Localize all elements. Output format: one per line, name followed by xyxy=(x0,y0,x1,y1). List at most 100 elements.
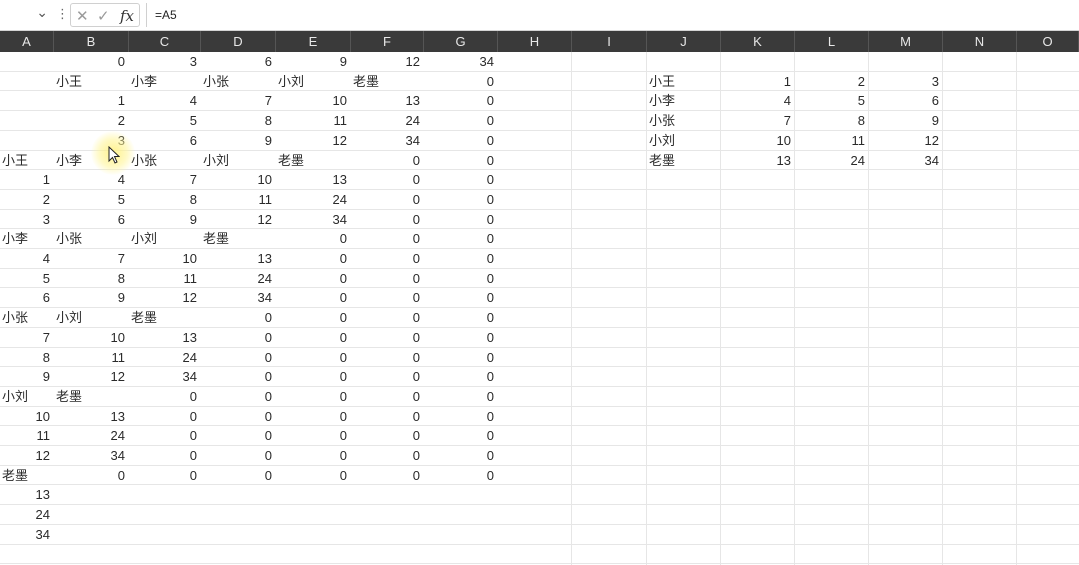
cell-c12[interactable]: 11 xyxy=(129,269,198,289)
cell-e4[interactable]: 11 xyxy=(276,111,348,131)
cell-f21[interactable]: 0 xyxy=(351,446,420,466)
cell-a21[interactable]: 12 xyxy=(0,446,50,466)
cell-e22[interactable]: 0 xyxy=(276,466,347,486)
cell-f11[interactable]: 0 xyxy=(351,249,420,269)
cell-c11[interactable]: 10 xyxy=(129,249,197,269)
cell-c19[interactable]: 0 xyxy=(129,407,197,427)
cell-f7[interactable]: 0 xyxy=(351,170,420,190)
cell-g3[interactable]: 0 xyxy=(424,91,494,111)
cell-e16[interactable]: 0 xyxy=(276,348,347,368)
cell-b12[interactable]: 8 xyxy=(54,269,125,289)
cell-f14[interactable]: 0 xyxy=(351,308,420,328)
column-header-h[interactable]: H xyxy=(498,31,572,52)
cell-k5[interactable]: 10 xyxy=(721,131,791,151)
cell-d20[interactable]: 0 xyxy=(201,426,272,446)
cell-m6[interactable]: 34 xyxy=(869,151,939,171)
cell-j6[interactable]: 老墨 xyxy=(647,151,675,171)
cell-b18[interactable]: 老墨 xyxy=(54,387,82,407)
cell-c22[interactable]: 0 xyxy=(129,466,197,486)
cell-d7[interactable]: 10 xyxy=(201,170,272,190)
cell-d9[interactable]: 12 xyxy=(201,210,272,230)
cell-d21[interactable]: 0 xyxy=(201,446,272,466)
cell-f6[interactable]: 0 xyxy=(351,151,420,171)
formula-input[interactable]: =A5 xyxy=(146,3,1079,27)
cell-e19[interactable]: 0 xyxy=(276,407,347,427)
cell-g8[interactable]: 0 xyxy=(424,190,494,210)
cell-d19[interactable]: 0 xyxy=(201,407,272,427)
cell-d15[interactable]: 0 xyxy=(201,328,272,348)
cell-a17[interactable]: 9 xyxy=(0,367,50,387)
cell-d13[interactable]: 34 xyxy=(201,288,272,308)
column-header-o[interactable]: O xyxy=(1017,31,1079,52)
cell-d2[interactable]: 小张 xyxy=(201,72,229,92)
cell-d4[interactable]: 8 xyxy=(201,111,272,131)
cell-g5[interactable]: 0 xyxy=(424,131,494,151)
cell-e12[interactable]: 0 xyxy=(276,269,347,289)
cell-f13[interactable]: 0 xyxy=(351,288,420,308)
cell-b15[interactable]: 10 xyxy=(54,328,125,348)
cell-b3[interactable]: 1 xyxy=(54,91,125,111)
cell-g19[interactable]: 0 xyxy=(424,407,494,427)
cell-c20[interactable]: 0 xyxy=(129,426,197,446)
cell-g9[interactable]: 0 xyxy=(424,210,494,230)
cell-k6[interactable]: 13 xyxy=(721,151,791,171)
cell-m3[interactable]: 6 xyxy=(869,91,939,111)
cell-f4[interactable]: 24 xyxy=(351,111,420,131)
cell-e20[interactable]: 0 xyxy=(276,426,347,446)
cell-k2[interactable]: 1 xyxy=(721,72,791,92)
cell-d17[interactable]: 0 xyxy=(201,367,272,387)
cell-d16[interactable]: 0 xyxy=(201,348,272,368)
column-header-e[interactable]: E xyxy=(276,31,351,52)
check-icon[interactable]: ✓ xyxy=(97,6,110,26)
cell-f10[interactable]: 0 xyxy=(351,229,420,249)
cell-c2[interactable]: 小李 xyxy=(129,72,157,92)
cell-e8[interactable]: 24 xyxy=(276,190,347,210)
cell-b10[interactable]: 小张 xyxy=(54,229,82,249)
cell-b1[interactable]: 0 xyxy=(54,52,125,72)
cell-a8[interactable]: 2 xyxy=(0,190,50,210)
cell-e18[interactable]: 0 xyxy=(276,387,347,407)
column-header-a[interactable]: A xyxy=(0,31,54,52)
cell-b13[interactable]: 9 xyxy=(54,288,125,308)
cell-f3[interactable]: 13 xyxy=(351,91,420,111)
cell-g20[interactable]: 0 xyxy=(424,426,494,446)
cell-e11[interactable]: 0 xyxy=(276,249,347,269)
cell-m4[interactable]: 9 xyxy=(869,111,939,131)
cell-c14[interactable]: 老墨 xyxy=(129,308,157,328)
cell-c10[interactable]: 小刘 xyxy=(129,229,157,249)
cell-c9[interactable]: 9 xyxy=(129,210,197,230)
cell-e15[interactable]: 0 xyxy=(276,328,347,348)
cell-c21[interactable]: 0 xyxy=(129,446,197,466)
cell-d14[interactable]: 0 xyxy=(201,308,272,328)
cell-b2[interactable]: 小王 xyxy=(54,72,82,92)
cell-f12[interactable]: 0 xyxy=(351,269,420,289)
cell-d6[interactable]: 小刘 xyxy=(201,151,229,171)
spreadsheet-grid[interactable]: 03691234小王小李小张小刘老墨0147101302581124036912… xyxy=(0,52,1079,565)
cell-k4[interactable]: 7 xyxy=(721,111,791,131)
cell-j4[interactable]: 小张 xyxy=(647,111,675,131)
cell-b16[interactable]: 11 xyxy=(54,348,126,368)
cell-g10[interactable]: 0 xyxy=(424,229,494,249)
cell-b14[interactable]: 小刘 xyxy=(54,308,82,328)
cell-d11[interactable]: 13 xyxy=(201,249,272,269)
cell-f5[interactable]: 34 xyxy=(351,131,420,151)
cell-g2[interactable]: 0 xyxy=(424,72,494,92)
column-header-m[interactable]: M xyxy=(869,31,943,52)
cell-e2[interactable]: 小刘 xyxy=(276,72,304,92)
cell-a15[interactable]: 7 xyxy=(0,328,50,348)
cell-e13[interactable]: 0 xyxy=(276,288,347,308)
cell-m5[interactable]: 12 xyxy=(869,131,939,151)
cell-d5[interactable]: 9 xyxy=(201,131,272,151)
cell-e1[interactable]: 9 xyxy=(276,52,347,72)
cell-c5[interactable]: 6 xyxy=(129,131,197,151)
cell-c16[interactable]: 24 xyxy=(129,348,197,368)
cell-e14[interactable]: 0 xyxy=(276,308,347,328)
name-box[interactable]: ⌄ xyxy=(0,4,52,26)
cell-g16[interactable]: 0 xyxy=(424,348,494,368)
cell-f2[interactable]: 老墨 xyxy=(351,72,379,92)
cell-g14[interactable]: 0 xyxy=(424,308,494,328)
cell-a11[interactable]: 4 xyxy=(0,249,50,269)
column-header-j[interactable]: J xyxy=(647,31,721,52)
column-header-l[interactable]: L xyxy=(795,31,869,52)
cell-d8[interactable]: 11 xyxy=(201,190,273,210)
